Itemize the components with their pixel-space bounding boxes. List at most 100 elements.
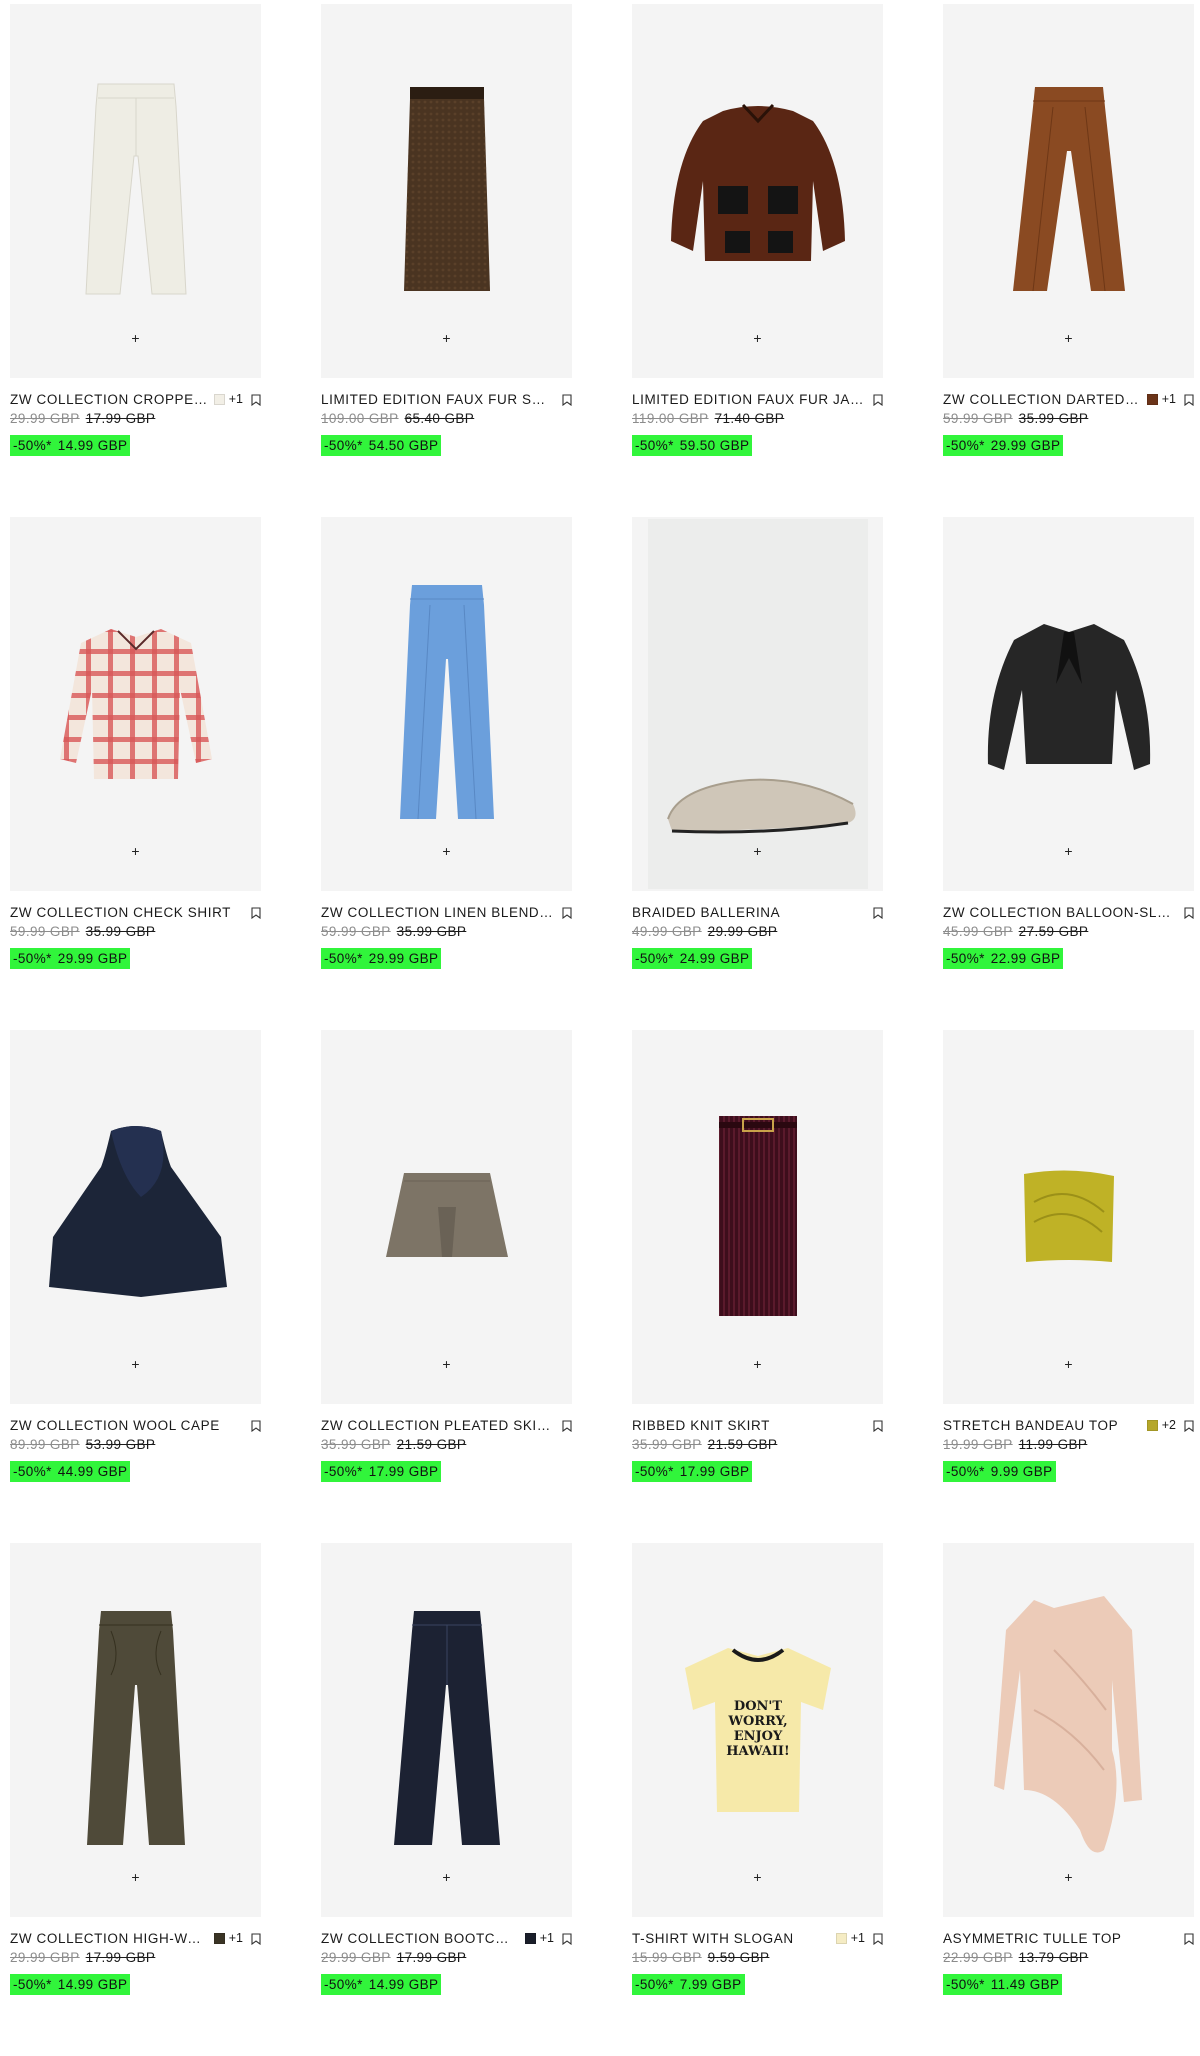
product-image[interactable]: +: [943, 1030, 1194, 1404]
product-card[interactable]: + LIMITED EDITION FAUX FUR SKIRT 109.00 GB…: [321, 4, 572, 517]
product-name[interactable]: ZW COLLECTION BOOTCUT JEANS: [321, 1931, 519, 1946]
product-card[interactable]: + ZW COLLECTION CROPPED MID-RISE JEANS +1 2…: [10, 4, 261, 517]
product-card[interactable]: + ZW COLLECTION BOOTCUT JEANS +1 29.99 GBP 1…: [321, 1543, 572, 2056]
more-colors-count[interactable]: +1: [851, 1931, 865, 1945]
bookmark-icon[interactable]: [562, 1419, 572, 1433]
product-image[interactable]: +: [632, 517, 883, 891]
product-info: T-SHIRT WITH SLOGAN +1 15.99 GBP 9.59 GBP -5…: [632, 1917, 883, 1995]
add-to-bag-icon[interactable]: +: [439, 330, 455, 346]
product-image[interactable]: +: [321, 1030, 572, 1404]
add-to-bag-icon[interactable]: +: [439, 843, 455, 859]
product-name[interactable]: ZW COLLECTION CROPPED MID-RISE JEANS: [10, 392, 208, 407]
add-to-bag-icon[interactable]: +: [128, 843, 144, 859]
add-to-bag-icon[interactable]: +: [750, 1869, 766, 1885]
add-to-bag-icon[interactable]: +: [128, 330, 144, 346]
add-to-bag-icon[interactable]: +: [439, 1356, 455, 1372]
bookmark-icon[interactable]: [873, 1419, 883, 1433]
bookmark-icon[interactable]: [1184, 1419, 1194, 1433]
product-image[interactable]: +: [632, 1030, 883, 1404]
bookmark-icon[interactable]: [1184, 393, 1194, 407]
color-swatch[interactable]: [213, 393, 225, 405]
product-name[interactable]: ZW COLLECTION BALLOON-SLEEVE BLOUSE: [943, 905, 1176, 920]
bookmark-icon[interactable]: [562, 393, 572, 407]
add-to-bag-icon[interactable]: +: [750, 1356, 766, 1372]
bookmark-icon[interactable]: [251, 393, 261, 407]
product-image[interactable]: +: [10, 1030, 261, 1404]
color-swatch[interactable]: [835, 1932, 847, 1944]
product-image[interactable]: +: [943, 517, 1194, 891]
more-colors-count[interactable]: +1: [229, 1931, 243, 1945]
product-card[interactable]: + ZW COLLECTION CHECK SHIRT 59.99 GBP 35.99…: [10, 517, 261, 1030]
product-name[interactable]: ZW COLLECTION DARTED TROUSERS: [943, 392, 1141, 407]
color-swatch[interactable]: [213, 1932, 225, 1944]
product-image[interactable]: DON'T WORRY, ENJOY HAWAII! +: [632, 1543, 883, 1917]
product-name[interactable]: T-SHIRT WITH SLOGAN: [632, 1931, 830, 1946]
add-to-bag-icon[interactable]: +: [128, 1356, 144, 1372]
product-name[interactable]: RIBBED KNIT SKIRT: [632, 1418, 865, 1433]
product-image[interactable]: +: [10, 4, 261, 378]
color-swatch[interactable]: [1146, 1419, 1158, 1431]
product-name[interactable]: ZW COLLECTION CHECK SHIRT: [10, 905, 243, 920]
add-to-bag-icon[interactable]: +: [1061, 330, 1077, 346]
product-name[interactable]: STRETCH BANDEAU TOP: [943, 1418, 1141, 1433]
bookmark-icon[interactable]: [562, 1932, 572, 1946]
previous-price: 53.99 GBP: [85, 1437, 156, 1452]
product-card[interactable]: + ASYMMETRIC TULLE TOP 22.99 GBP 13.79 GBP -…: [943, 1543, 1194, 2056]
bookmark-icon[interactable]: [1184, 1932, 1194, 1946]
more-colors-count[interactable]: +2: [1162, 1418, 1176, 1432]
product-card[interactable]: DON'T WORRY, ENJOY HAWAII! + T-SHIRT WITH SLO…: [632, 1543, 883, 2056]
add-to-bag-icon[interactable]: +: [750, 843, 766, 859]
add-to-bag-icon[interactable]: +: [1061, 1356, 1077, 1372]
bookmark-icon[interactable]: [873, 1932, 883, 1946]
product-name[interactable]: BRAIDED BALLERINA: [632, 905, 865, 920]
bookmark-icon[interactable]: [251, 1932, 261, 1946]
product-image[interactable]: +: [10, 1543, 261, 1917]
product-name-row: STRETCH BANDEAU TOP +2: [943, 1417, 1194, 1433]
add-to-bag-icon[interactable]: +: [1061, 843, 1077, 859]
bookmark-icon[interactable]: [562, 906, 572, 920]
product-card[interactable]: + ZW COLLECTION LINEN BLEND TROUSERS 59.99…: [321, 517, 572, 1030]
product-image[interactable]: +: [943, 1543, 1194, 1917]
more-colors-count[interactable]: +1: [229, 392, 243, 406]
color-swatch[interactable]: [524, 1932, 536, 1944]
product-card[interactable]: + STRETCH BANDEAU TOP +2 19.99 GBP 11.99 GBP…: [943, 1030, 1194, 1543]
product-image[interactable]: +: [943, 4, 1194, 378]
product-name[interactable]: ZW COLLECTION PLEATED SKIRT: [321, 1418, 554, 1433]
product-card[interactable]: + BRAIDED BALLERINA 49.99 GBP 29.99 GBP -50%…: [632, 517, 883, 1030]
product-image[interactable]: +: [321, 517, 572, 891]
bookmark-icon[interactable]: [1184, 906, 1194, 920]
product-card[interactable]: + ZW COLLECTION PLEATED SKIRT 35.99 GBP 21.…: [321, 1030, 572, 1543]
sale-badge: -50%* 59.50 GBP: [632, 435, 753, 456]
product-card[interactable]: + ZW COLLECTION HIGH-WAIST TROUSERS +1 29.9…: [10, 1543, 261, 2056]
product-name[interactable]: ASYMMETRIC TULLE TOP: [943, 1931, 1176, 1946]
product-image[interactable]: +: [321, 4, 572, 378]
product-grid: + ZW COLLECTION CROPPED MID-RISE JEANS +1 2…: [10, 4, 1194, 2056]
product-image[interactable]: +: [632, 4, 883, 378]
product-card[interactable]: + RIBBED KNIT SKIRT 35.99 GBP 21.59 GBP -50%…: [632, 1030, 883, 1543]
color-swatch[interactable]: [1146, 393, 1158, 405]
product-card[interactable]: + ZW COLLECTION BALLOON-SLEEVE BLOUSE 45.9…: [943, 517, 1194, 1030]
bookmark-icon[interactable]: [251, 906, 261, 920]
product-card[interactable]: + ZW COLLECTION DARTED TROUSERS +1 59.99 GB…: [943, 4, 1194, 517]
product-name[interactable]: ZW COLLECTION HIGH-WAIST TROUSERS: [10, 1931, 208, 1946]
product-name[interactable]: ZW COLLECTION WOOL CAPE: [10, 1418, 243, 1433]
bookmark-icon[interactable]: [251, 1419, 261, 1433]
product-info: LIMITED EDITION FAUX FUR SKIRT 109.00 GBP…: [321, 378, 572, 456]
bookmark-icon[interactable]: [873, 906, 883, 920]
product-image[interactable]: +: [321, 1543, 572, 1917]
product-card[interactable]: + LIMITED EDITION FAUX FUR JACKET 119.00 G…: [632, 4, 883, 517]
more-colors-count[interactable]: +1: [1162, 392, 1176, 406]
original-price: 29.99 GBP: [10, 411, 80, 426]
product-name[interactable]: LIMITED EDITION FAUX FUR JACKET: [632, 392, 865, 407]
add-to-bag-icon[interactable]: +: [439, 1869, 455, 1885]
add-to-bag-icon[interactable]: +: [1061, 1869, 1077, 1885]
product-image[interactable]: +: [10, 517, 261, 891]
add-to-bag-icon[interactable]: +: [750, 330, 766, 346]
bookmark-icon[interactable]: [873, 393, 883, 407]
product-name[interactable]: LIMITED EDITION FAUX FUR SKIRT: [321, 392, 554, 407]
add-to-bag-icon[interactable]: +: [128, 1869, 144, 1885]
more-colors-count[interactable]: +1: [540, 1931, 554, 1945]
product-name[interactable]: ZW COLLECTION LINEN BLEND TROUSERS: [321, 905, 554, 920]
product-info: ZW COLLECTION HIGH-WAIST TROUSERS +1 29.99…: [10, 1917, 261, 1995]
product-card[interactable]: + ZW COLLECTION WOOL CAPE 89.99 GBP 53.99 G…: [10, 1030, 261, 1543]
